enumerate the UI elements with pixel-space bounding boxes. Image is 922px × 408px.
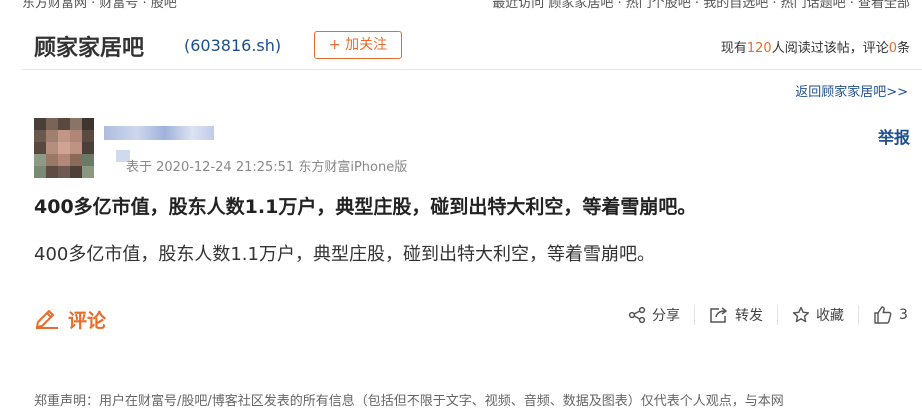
forward-label: 转发 xyxy=(735,308,763,324)
top-nav-left-links[interactable]: 东方财富网 · 财富号 · 股吧 xyxy=(22,0,177,10)
stock-code[interactable]: (603816.sh) xyxy=(184,36,281,55)
bar-title[interactable]: 顾家家居吧 xyxy=(34,30,144,62)
bar-header: 顾家家居吧 (603816.sh) + 加关注 现有120人阅读过该帖，评论0条 xyxy=(22,24,922,70)
star-icon xyxy=(792,306,810,324)
disclaimer: 郑重声明：用户在财富号/股吧/博客社区发表的所有信息（包括但不限于文字、视频、音… xyxy=(34,394,784,408)
post-stats: 现有120人阅读过该帖，评论0条 xyxy=(721,37,910,56)
thumbs-up-icon xyxy=(873,305,893,325)
comment-count: 0 xyxy=(888,41,897,56)
top-navigation-bar: 东方财富网 · 财富号 · 股吧 最近访问 顾家家居吧 · 热门个股吧 · 我的… xyxy=(0,0,922,10)
top-nav-right-links[interactable]: 最近访问 顾家家居吧 · 热门个股吧 · 我的自选吧 · 热门话题吧 · 查看全… xyxy=(492,0,910,10)
report-link[interactable]: 举报 xyxy=(878,124,910,148)
favorite-label: 收藏 xyxy=(816,308,844,324)
comment-label: 评论 xyxy=(68,309,107,332)
username-blurred[interactable] xyxy=(104,126,214,140)
comment-section-header[interactable]: 评论 xyxy=(34,305,106,333)
back-to-bar-link[interactable]: 返回顾家家居吧>> xyxy=(795,81,908,100)
stats-suffix: 条 xyxy=(896,41,910,56)
follow-button[interactable]: + 加关注 xyxy=(314,31,402,59)
share-icon xyxy=(628,306,646,324)
pencil-icon xyxy=(34,305,60,333)
share-button[interactable]: 分享 xyxy=(628,305,680,325)
avatar[interactable] xyxy=(34,118,94,178)
forward-button[interactable]: 转发 xyxy=(694,305,763,325)
post-actions: 分享 转发 收藏 3 xyxy=(628,305,908,325)
favorite-button[interactable]: 收藏 xyxy=(777,305,844,325)
share-label: 分享 xyxy=(652,308,680,324)
post-body: 400多亿市值，股东人数1.1万户，典型庄股，碰到出特大利空，等着雪崩吧。 xyxy=(34,244,655,265)
stats-prefix: 现有 xyxy=(720,41,747,56)
stats-middle: 人阅读过该帖，评论 xyxy=(771,41,889,56)
post-meta: 表于 2020-12-24 21:25:51 东方财富iPhone版 xyxy=(126,160,408,175)
post-title: 400多亿市值，股东人数1.1万户，典型庄股，碰到出特大利空，等着雪崩吧。 xyxy=(34,196,697,218)
like-button[interactable]: 3 xyxy=(858,305,908,325)
reading-count: 120 xyxy=(746,41,772,56)
forward-icon xyxy=(709,306,729,324)
like-count: 3 xyxy=(899,307,908,323)
